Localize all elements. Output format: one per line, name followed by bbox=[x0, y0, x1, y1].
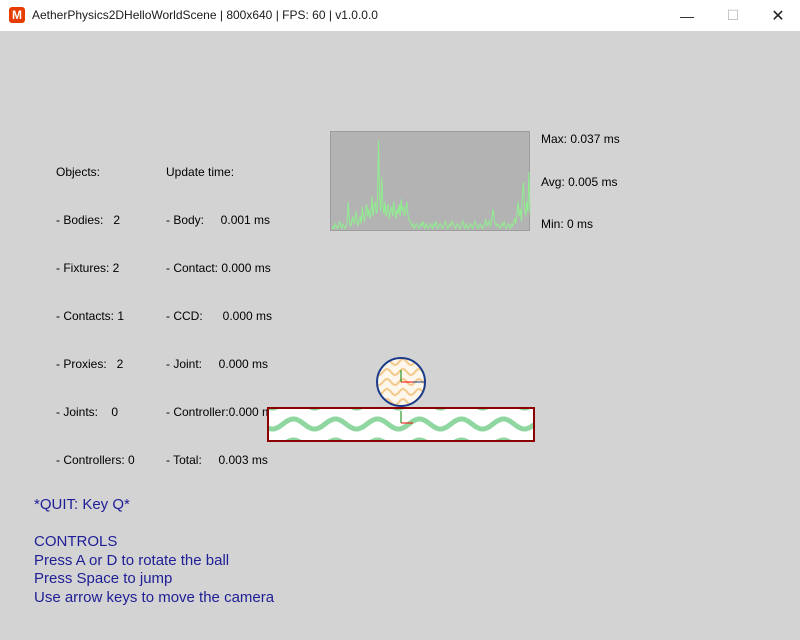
controls-camera: Use arrow keys to move the camera bbox=[34, 588, 275, 606]
controls-help: CONTROLS Press A or D to rotate the ball… bbox=[34, 533, 274, 607]
controls-header: CONTROLS bbox=[34, 533, 118, 550]
quit-hint: *QUIT: Key Q* bbox=[34, 496, 130, 513]
title-bar[interactable]: M AetherPhysics2DHelloWorldScene | 800x6… bbox=[0, 0, 800, 31]
controls-rotate: Press A or D to rotate the ball bbox=[34, 551, 230, 569]
window-title: AetherPhysics2DHelloWorldScene | 800x640… bbox=[32, 8, 378, 22]
ball-body bbox=[376, 357, 426, 407]
controls-jump: Press Space to jump bbox=[34, 570, 173, 587]
close-button[interactable]: ✕ bbox=[755, 0, 800, 31]
minimize-button[interactable]: — bbox=[664, 0, 710, 31]
maximize-button[interactable]: ☐ bbox=[710, 0, 756, 31]
game-viewport[interactable]: Objects: - Bodies: 2 - Fixtures: 2 - Con… bbox=[0, 31, 800, 640]
monogame-app-icon: M bbox=[9, 7, 25, 23]
